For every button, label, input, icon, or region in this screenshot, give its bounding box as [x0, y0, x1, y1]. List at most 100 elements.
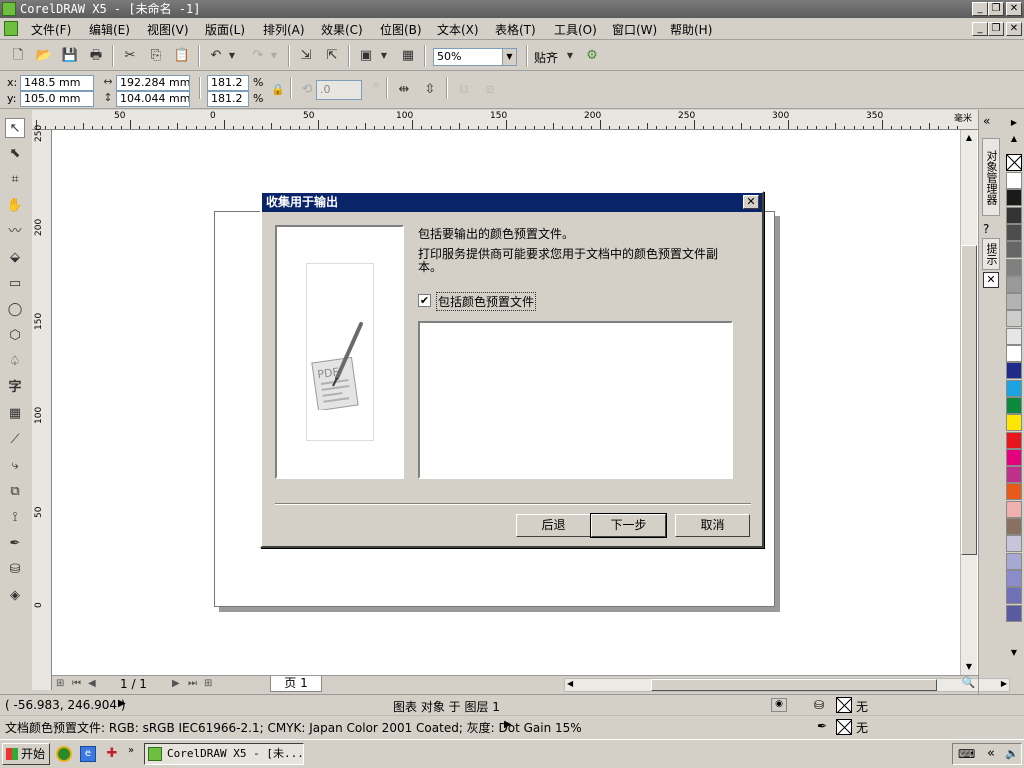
eyedropper-tool-icon[interactable]: ⟟	[5, 508, 25, 528]
doc-restore-button[interactable]: ❐	[988, 22, 1004, 36]
copy-icon[interactable]: ⎘	[146, 46, 166, 66]
lock-ratio-icon[interactable]: 🔒	[270, 80, 286, 100]
palette-swatch[interactable]	[1006, 258, 1022, 276]
dimension-tool-icon[interactable]: ⟋	[5, 430, 25, 450]
connector-tool-icon[interactable]: ⤷	[5, 456, 25, 476]
volume-icon[interactable]: 🔈	[1005, 747, 1019, 760]
palette-swatch[interactable]	[1006, 604, 1022, 622]
palette-swatch[interactable]	[1006, 310, 1022, 328]
add-page-after-icon[interactable]: ⊞	[204, 678, 212, 689]
ellipse-tool-icon[interactable]: ◯	[5, 300, 25, 320]
scale-y-field[interactable]: 181.2	[207, 91, 249, 107]
palette-swatch[interactable]	[1006, 431, 1022, 449]
vertical-scroll-thumb[interactable]	[961, 245, 977, 555]
interactive-fill-tool-icon[interactable]: ◈	[5, 586, 25, 606]
no-color-swatch[interactable]	[1006, 154, 1022, 171]
vertical-ruler[interactable]: 250 200 150 100 50 0	[32, 125, 52, 690]
palette-swatch[interactable]	[1006, 241, 1022, 259]
outline-pen-icon[interactable]: ✒	[817, 719, 827, 733]
hints-tab[interactable]: 提示	[982, 238, 1000, 270]
text-tool-icon[interactable]: 字	[5, 378, 25, 398]
palette-swatch[interactable]	[1006, 552, 1022, 570]
menu-text[interactable]: 文本(X)	[437, 21, 479, 38]
welcome-screen-icon[interactable]: ▦	[398, 46, 418, 66]
pick-tool-icon[interactable]: ↖	[5, 118, 25, 138]
zoom-levels-select[interactable]: 50% ▼	[433, 48, 517, 66]
snap-dropdown-icon[interactable]: ▼	[564, 46, 576, 66]
minimize-button[interactable]: _	[972, 2, 988, 16]
menu-edit[interactable]: 编辑(E)	[89, 21, 130, 38]
scroll-left-icon[interactable]: ◀	[567, 679, 573, 688]
export-icon[interactable]: ⇱	[322, 46, 342, 66]
basic-shapes-tool-icon[interactable]: ♤	[5, 352, 25, 372]
menu-window[interactable]: 窗口(W)	[612, 21, 657, 38]
status-expand-icon[interactable]: ▶	[118, 698, 126, 709]
scroll-up-icon[interactable]: ▲	[961, 130, 977, 146]
scale-x-field[interactable]: 181.2	[207, 75, 249, 91]
internet-explorer-icon[interactable]: e	[80, 746, 96, 762]
back-button[interactable]: 后退	[516, 514, 591, 537]
palette-swatch[interactable]	[1006, 396, 1022, 414]
palette-swatch[interactable]	[1006, 414, 1022, 432]
tray-expand-icon[interactable]: «	[987, 746, 995, 761]
x-position-field[interactable]: 148.5 mm	[20, 75, 94, 91]
menu-tools[interactable]: 工具(O)	[554, 21, 597, 38]
palette-scroll-up-icon[interactable]: ▶	[1006, 118, 1022, 132]
new-document-icon[interactable]: 🗋	[8, 46, 28, 66]
profile-expand-icon[interactable]: ▶	[504, 719, 512, 730]
palette-down-icon[interactable]: ▼	[1006, 648, 1022, 662]
redo-dropdown-icon[interactable]: ▼	[268, 46, 280, 66]
width-field[interactable]: 192.284 mm	[116, 75, 190, 91]
include-profiles-label[interactable]: 包括颜色预置文件	[436, 292, 537, 311]
save-icon[interactable]: 💾	[60, 46, 80, 66]
palette-up-icon[interactable]: ▲	[1006, 134, 1022, 148]
menu-arrange[interactable]: 排列(A)	[263, 21, 305, 38]
doc-minimize-button[interactable]: _	[972, 22, 988, 36]
palette-swatch[interactable]	[1006, 293, 1022, 311]
hints-help-icon[interactable]: ?	[983, 222, 989, 236]
next-page-icon[interactable]: ▶	[172, 678, 180, 689]
vertical-scrollbar[interactable]: ▲ ▼	[960, 130, 977, 675]
taskbar-coreldraw-item[interactable]: CorelDRAW X5 - [未...	[144, 743, 304, 765]
view-mode-icon[interactable]: ◉	[771, 698, 787, 712]
undo-icon[interactable]: ↶	[206, 46, 226, 66]
pan-tool-icon[interactable]: ✋	[5, 196, 25, 216]
cancel-button[interactable]: 取消	[675, 514, 750, 537]
quicklaunch-app-icon[interactable]: ✚	[104, 746, 120, 762]
menu-bitmaps[interactable]: 位图(B)	[380, 21, 422, 38]
horizontal-ruler[interactable]: 50 0 50 100 150 200 250 300 350 毫米	[32, 110, 978, 130]
horizontal-scroll-thumb[interactable]	[651, 679, 937, 691]
palette-swatch[interactable]	[1006, 379, 1022, 397]
palette-swatch[interactable]	[1006, 327, 1022, 345]
polygon-tool-icon[interactable]: ⬡	[5, 326, 25, 346]
palette-swatch[interactable]	[1006, 223, 1022, 241]
add-page-icon[interactable]: ⊞	[56, 678, 64, 689]
rotation-angle-field[interactable]: .0	[316, 80, 362, 100]
print-icon[interactable]: 🖶	[86, 46, 106, 66]
import-icon[interactable]: ⇲	[296, 46, 316, 66]
zoom-navigator-icon[interactable]: 🔍	[960, 676, 977, 692]
options-icon[interactable]: ⚙	[582, 46, 602, 66]
y-position-field[interactable]: 105.0 mm	[20, 91, 94, 107]
collapse-docker-icon[interactable]: «	[983, 114, 990, 128]
freehand-tool-icon[interactable]: 〰	[5, 222, 25, 242]
cut-icon[interactable]: ✂	[120, 46, 140, 66]
outline-pen-tool-icon[interactable]: ✒	[5, 534, 25, 554]
dialog-close-button[interactable]: ✕	[743, 195, 759, 209]
mirror-vertical-icon[interactable]: ⇳	[420, 80, 440, 100]
palette-swatch[interactable]	[1006, 466, 1022, 484]
crop-tool-icon[interactable]: ⌗	[5, 170, 25, 190]
palette-swatch[interactable]	[1006, 275, 1022, 293]
height-field[interactable]: 104.044 mm	[116, 91, 190, 107]
menu-table[interactable]: 表格(T)	[495, 21, 536, 38]
palette-swatch[interactable]	[1006, 569, 1022, 587]
launcher-dropdown-icon[interactable]: ▼	[378, 46, 390, 66]
document-icon[interactable]	[4, 21, 18, 36]
table-tool-icon[interactable]: ▦	[5, 404, 25, 424]
palette-swatch[interactable]	[1006, 587, 1022, 605]
palette-swatch[interactable]	[1006, 189, 1022, 207]
object-manager-tab[interactable]: 对象管理器	[982, 138, 1000, 216]
next-button[interactable]: 下一步	[590, 513, 667, 538]
shape-tool-icon[interactable]: ⬉	[5, 144, 25, 164]
snap-to-button[interactable]: 贴齐	[534, 49, 558, 66]
